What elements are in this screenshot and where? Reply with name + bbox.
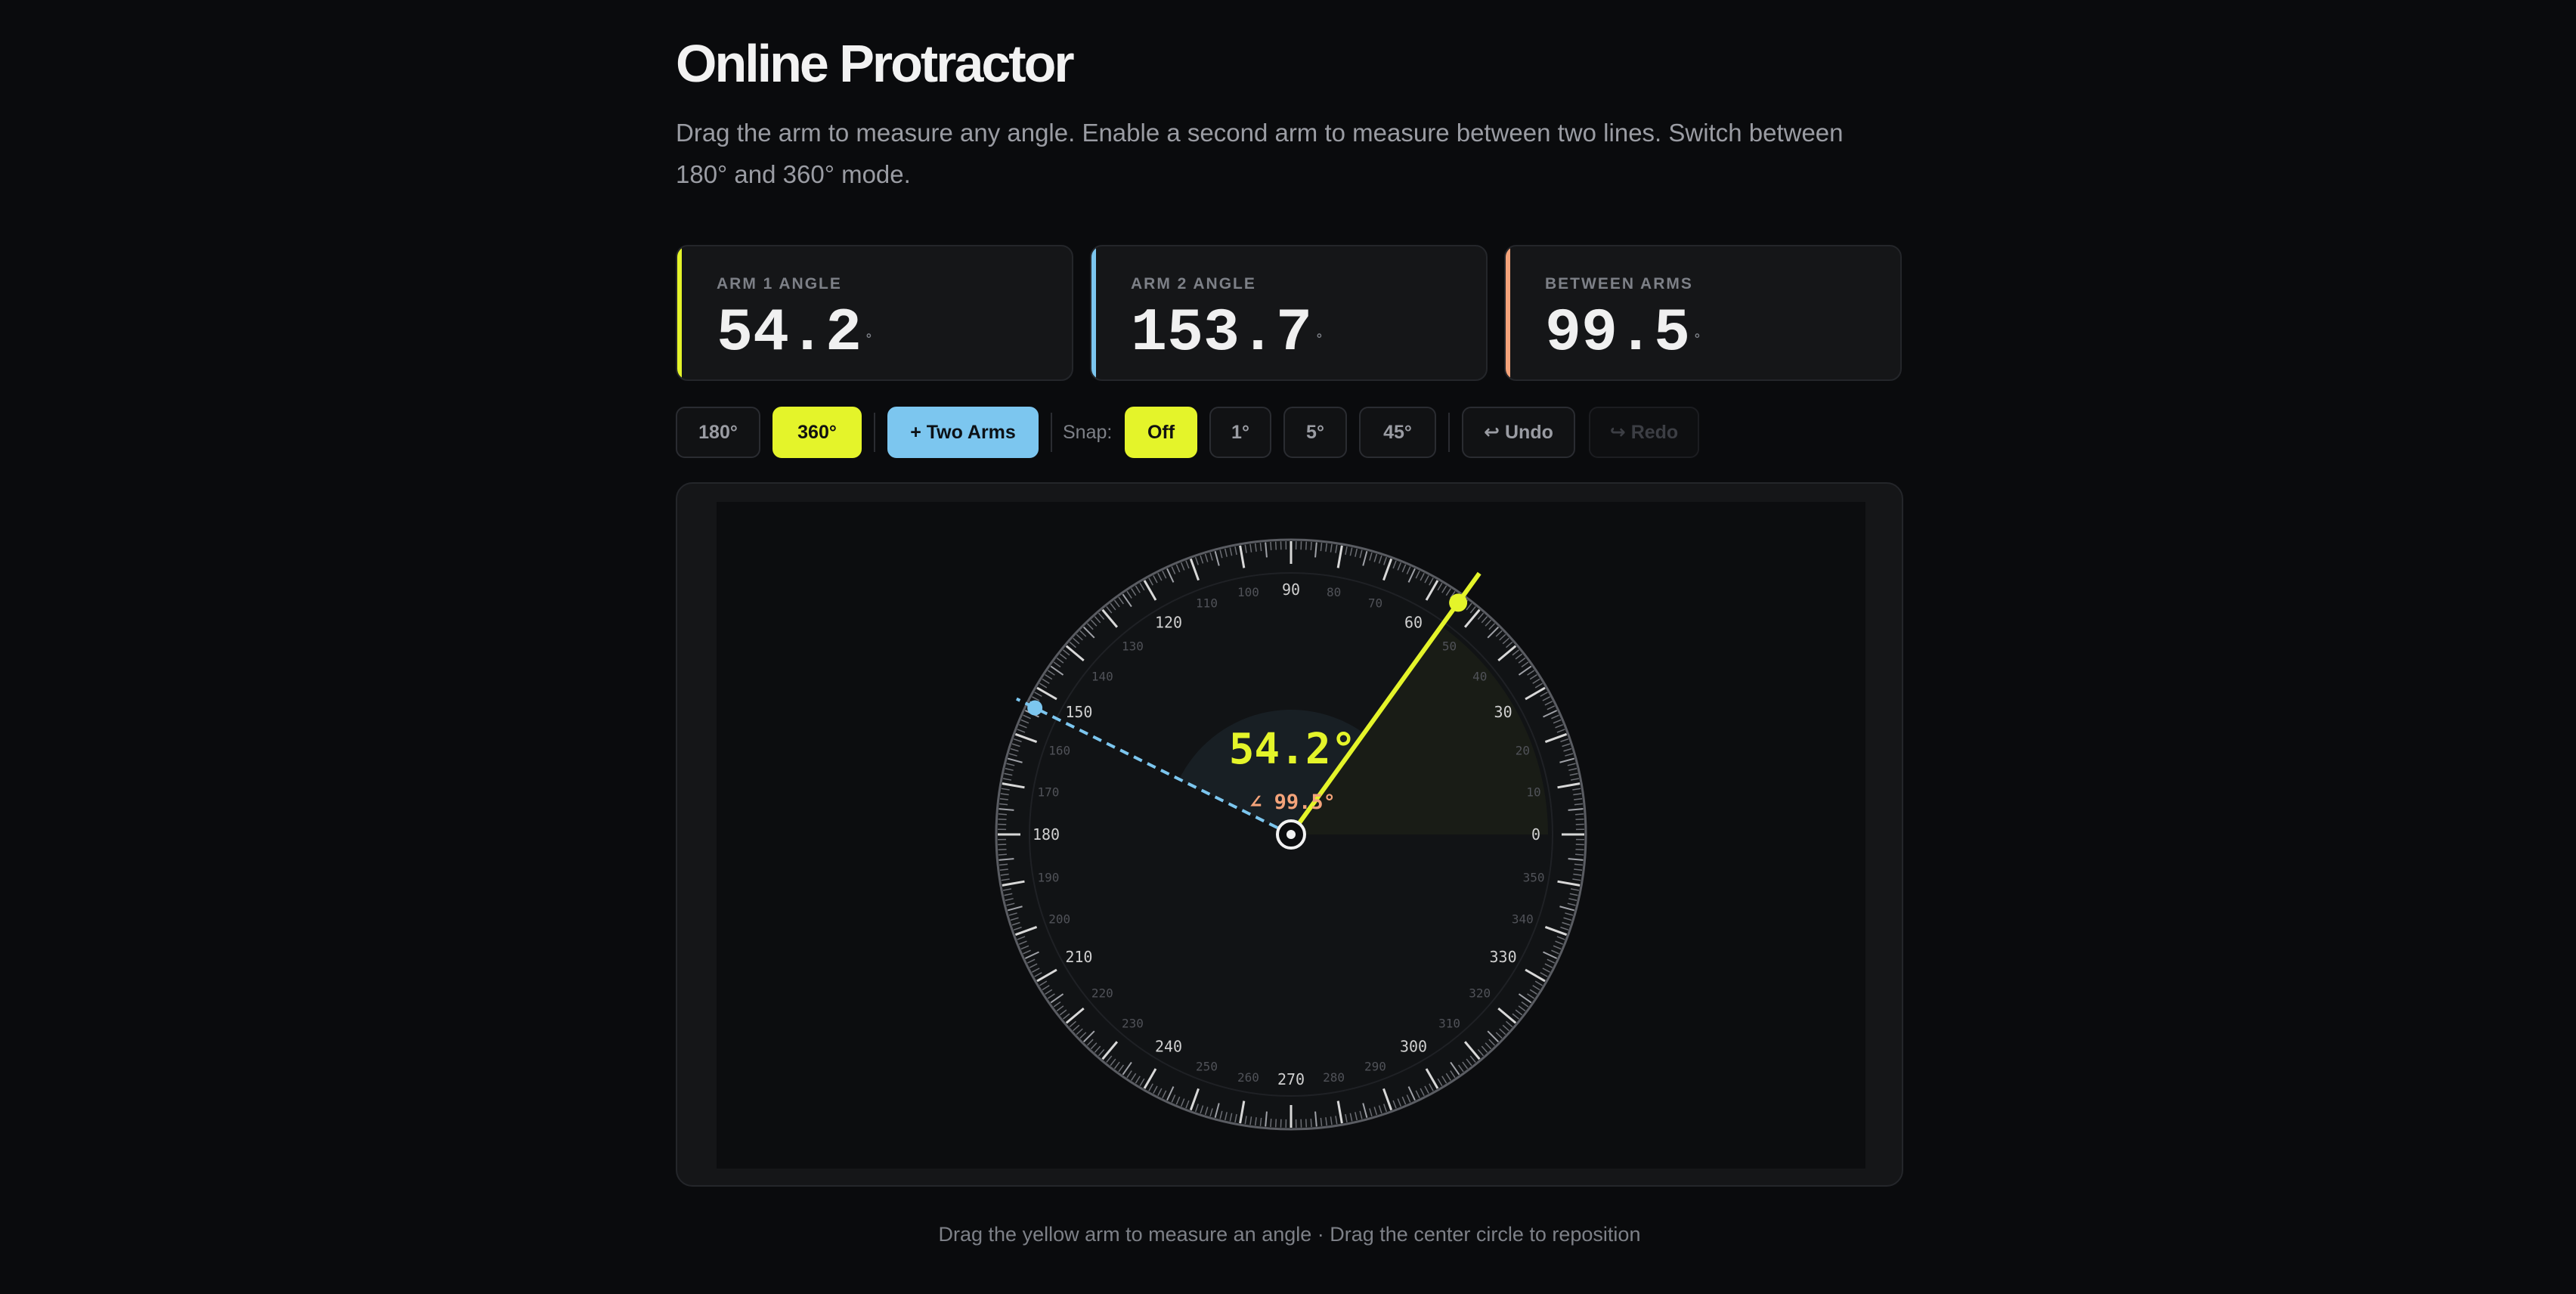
minor-tick-label: 320 bbox=[1469, 986, 1491, 1001]
minor-tick-label: 170 bbox=[1037, 785, 1059, 799]
minor-tick-label: 230 bbox=[1122, 1017, 1144, 1031]
snap-5-button[interactable]: 5° bbox=[1283, 407, 1347, 458]
minor-tick-label: 350 bbox=[1523, 871, 1545, 885]
major-tick-label: 120 bbox=[1155, 613, 1182, 631]
major-tick-label: 0 bbox=[1531, 825, 1540, 844]
readout-value: 99.5 ° bbox=[1545, 299, 1701, 368]
readout-label: BETWEEN ARMS bbox=[1545, 275, 1693, 293]
snap-45-button[interactable]: 45° bbox=[1359, 407, 1436, 458]
snap-1-button[interactable]: 1° bbox=[1209, 407, 1271, 458]
minor-tick-label: 10 bbox=[1526, 785, 1540, 799]
redo-button[interactable]: ↪ Redo bbox=[1589, 407, 1699, 458]
minor-tick-label: 70 bbox=[1368, 596, 1382, 611]
footer-hint: Drag the yellow arm to measure an angle … bbox=[938, 1223, 1641, 1246]
tick-mark bbox=[1305, 1119, 1308, 1128]
minor-tick-label: 130 bbox=[1122, 639, 1144, 653]
page-title: Online Protractor bbox=[676, 34, 1075, 93]
readout-accent-bar bbox=[1091, 246, 1096, 379]
toolbar-divider bbox=[1448, 413, 1450, 452]
readout-between: BETWEEN ARMS 99.5 ° bbox=[1504, 245, 1902, 381]
degree-unit: ° bbox=[1315, 333, 1324, 348]
minor-tick-label: 40 bbox=[1472, 669, 1487, 683]
minor-tick-label: 250 bbox=[1196, 1059, 1218, 1073]
tick-mark bbox=[1575, 813, 1584, 816]
major-tick-label: 60 bbox=[1404, 613, 1423, 631]
minor-tick-label: 340 bbox=[1512, 912, 1534, 926]
minor-tick-label: 140 bbox=[1091, 669, 1113, 683]
undo-button[interactable]: ↩ Undo bbox=[1462, 407, 1575, 458]
readout-arm2: ARM 2 ANGLE 153.7 ° bbox=[1090, 245, 1488, 381]
page-description: Drag the arm to measure any angle. Enabl… bbox=[676, 119, 1844, 188]
major-tick-label: 270 bbox=[1277, 1070, 1305, 1088]
readout-label: ARM 2 ANGLE bbox=[1131, 275, 1256, 293]
major-tick-label: 150 bbox=[1065, 703, 1092, 721]
tick-mark bbox=[998, 813, 1007, 816]
major-tick-label: 30 bbox=[1494, 703, 1512, 721]
minor-tick-label: 20 bbox=[1516, 744, 1530, 758]
tick-mark bbox=[1274, 541, 1277, 550]
snap-label: Snap: bbox=[1063, 421, 1113, 443]
toolbar-divider bbox=[874, 413, 875, 452]
tick-mark bbox=[998, 853, 1007, 856]
major-tick-label: 300 bbox=[1400, 1038, 1427, 1056]
toolbar-divider bbox=[1051, 413, 1052, 452]
minor-tick-label: 200 bbox=[1048, 912, 1070, 926]
snap-off-button[interactable]: Off bbox=[1125, 407, 1197, 458]
arm2-handle bbox=[1027, 700, 1043, 716]
minor-tick-label: 280 bbox=[1323, 1070, 1345, 1085]
tick-mark bbox=[1575, 818, 1584, 821]
readout-arm1: ARM 1 ANGLE 54.2 ° bbox=[676, 245, 1073, 381]
center-pivot-dot bbox=[1286, 830, 1296, 839]
minor-tick-label: 80 bbox=[1327, 585, 1341, 599]
protractor-canvas[interactable]: 0 30 60 90 120 150 180 210 240 270 300 330 10 20 40 50 7… bbox=[717, 502, 1865, 1169]
between-angle-label: ∠ 99.5° bbox=[1249, 791, 1336, 814]
major-tick-label: 330 bbox=[1490, 948, 1517, 966]
minor-tick-label: 50 bbox=[1442, 639, 1457, 653]
minor-tick-label: 220 bbox=[1091, 986, 1113, 1001]
minor-tick-label: 110 bbox=[1196, 596, 1218, 611]
mode-360-button[interactable]: 360° bbox=[772, 407, 862, 458]
readout-accent-bar bbox=[677, 246, 682, 379]
minor-tick-label: 190 bbox=[1037, 871, 1059, 885]
protractor-panel: 0 30 60 90 120 150 180 210 240 270 300 330 10 20 40 50 7… bbox=[676, 482, 1903, 1187]
minor-tick-label: 100 bbox=[1237, 585, 1259, 599]
major-tick-label: 240 bbox=[1155, 1038, 1182, 1056]
minor-tick-label: 160 bbox=[1048, 744, 1070, 758]
readout-value: 153.7 ° bbox=[1131, 299, 1324, 368]
arm1-handle bbox=[1449, 593, 1468, 612]
minor-tick-label: 310 bbox=[1438, 1017, 1460, 1031]
major-tick-label: 90 bbox=[1282, 580, 1300, 599]
readout-accent-bar bbox=[1506, 246, 1510, 379]
arm2-angle-value: 153.7 bbox=[1131, 299, 1313, 368]
protractor-svg[interactable]: 0 30 60 90 120 150 180 210 240 270 300 330 10 20 40 50 7… bbox=[717, 502, 1865, 1169]
minor-tick-label: 260 bbox=[1237, 1070, 1259, 1085]
mode-180-button[interactable]: 180° bbox=[676, 407, 760, 458]
two-arms-button[interactable]: + Two Arms bbox=[887, 407, 1039, 458]
major-tick-label: 180 bbox=[1033, 825, 1060, 844]
tick-mark bbox=[1274, 1119, 1277, 1128]
between-angle-value: 99.5 bbox=[1545, 299, 1691, 368]
tick-mark bbox=[1575, 853, 1584, 856]
degree-unit: ° bbox=[1693, 333, 1701, 348]
center-angle-label: 54.2° bbox=[1229, 725, 1357, 774]
tick-mark bbox=[1305, 541, 1308, 550]
minor-tick-label: 290 bbox=[1364, 1059, 1386, 1073]
tick-mark bbox=[998, 818, 1007, 821]
degree-unit: ° bbox=[865, 333, 873, 348]
readout-value: 54.2 ° bbox=[717, 299, 873, 368]
readout-label: ARM 1 ANGLE bbox=[717, 275, 842, 293]
arm1-angle-value: 54.2 bbox=[717, 299, 862, 368]
major-tick-label: 210 bbox=[1065, 948, 1092, 966]
